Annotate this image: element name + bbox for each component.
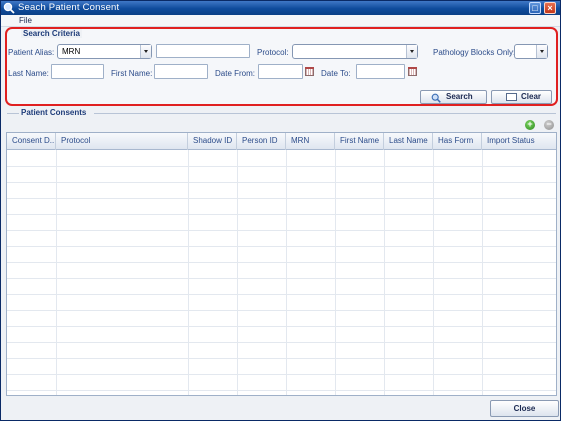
protocol-select[interactable] xyxy=(292,44,418,59)
date-from-input[interactable] xyxy=(258,64,303,79)
column-divider xyxy=(188,150,189,395)
column-header[interactable]: Shadow ID xyxy=(188,133,237,150)
search-criteria-legend: Search Criteria xyxy=(21,29,82,38)
column-header[interactable]: Import Status xyxy=(482,133,556,150)
column-divider xyxy=(335,150,336,395)
table-rows xyxy=(7,151,556,395)
last-name-input[interactable] xyxy=(51,64,104,79)
pathology-blocks-only-select[interactable] xyxy=(514,44,548,59)
patient-alias-label: Patient Alias: xyxy=(8,48,55,57)
maximize-button[interactable]: □ xyxy=(529,2,541,14)
chevron-down-icon[interactable] xyxy=(406,45,417,58)
column-divider xyxy=(433,150,434,395)
column-divider xyxy=(384,150,385,395)
column-header[interactable]: MRN xyxy=(286,133,335,150)
date-to-calendar-icon[interactable] xyxy=(408,67,417,76)
column-header[interactable]: Person ID xyxy=(237,133,286,150)
magnifier-icon xyxy=(3,2,15,14)
eraser-icon xyxy=(506,93,517,101)
close-button[interactable]: Close xyxy=(490,400,559,417)
window-title: Seach Patient Consent xyxy=(18,2,120,13)
pathology-blocks-only-label: Pathology Blocks Only: xyxy=(433,48,516,57)
first-name-input[interactable] xyxy=(154,64,208,79)
date-from-calendar-icon[interactable] xyxy=(305,67,314,76)
date-to-label: Date To: xyxy=(321,69,351,78)
column-header[interactable]: Consent D... xyxy=(7,133,56,150)
patient-consents-legend: Patient Consents xyxy=(21,108,87,117)
date-to-input[interactable] xyxy=(356,64,405,79)
patient-alias-selected: MRN xyxy=(62,47,81,56)
clear-button[interactable]: Clear xyxy=(491,90,552,104)
column-divider xyxy=(237,150,238,395)
search-button[interactable]: Search xyxy=(420,90,487,104)
column-divider xyxy=(56,150,57,395)
menu-file[interactable]: File xyxy=(19,16,32,25)
first-name-label: First Name: xyxy=(111,69,153,78)
menu-bar: File xyxy=(1,15,560,27)
column-divider xyxy=(286,150,287,395)
search-button-label: Search xyxy=(446,92,473,101)
table-header: Consent D... Protocol Shadow ID Person I… xyxy=(7,133,556,150)
title-bar: Seach Patient Consent □ × xyxy=(1,1,560,15)
protocol-label: Protocol: xyxy=(257,48,289,57)
search-patient-consent-window: Seach Patient Consent □ × File Search Cr… xyxy=(0,0,561,421)
clear-button-label: Clear xyxy=(521,92,542,101)
remove-icon[interactable]: − xyxy=(544,120,554,130)
patient-alias-input[interactable] xyxy=(156,44,250,58)
add-icon[interactable]: + xyxy=(525,120,535,130)
date-from-label: Date From: xyxy=(215,69,256,78)
chevron-down-icon[interactable] xyxy=(140,45,151,58)
search-icon xyxy=(431,93,441,103)
column-header[interactable]: First Name xyxy=(335,133,384,150)
patient-consents-table: Consent D... Protocol Shadow ID Person I… xyxy=(6,132,557,396)
last-name-label: Last Name: xyxy=(8,69,49,78)
patient-alias-select[interactable]: MRN xyxy=(57,44,152,59)
column-header[interactable]: Last Name xyxy=(384,133,433,150)
close-window-button[interactable]: × xyxy=(544,2,556,14)
chevron-down-icon[interactable] xyxy=(536,45,547,58)
column-header[interactable]: Has Form xyxy=(433,133,482,150)
consents-legend-line-right xyxy=(94,113,556,114)
column-divider xyxy=(482,150,483,395)
consents-legend-line-left xyxy=(7,113,19,114)
column-header[interactable]: Protocol xyxy=(56,133,188,150)
